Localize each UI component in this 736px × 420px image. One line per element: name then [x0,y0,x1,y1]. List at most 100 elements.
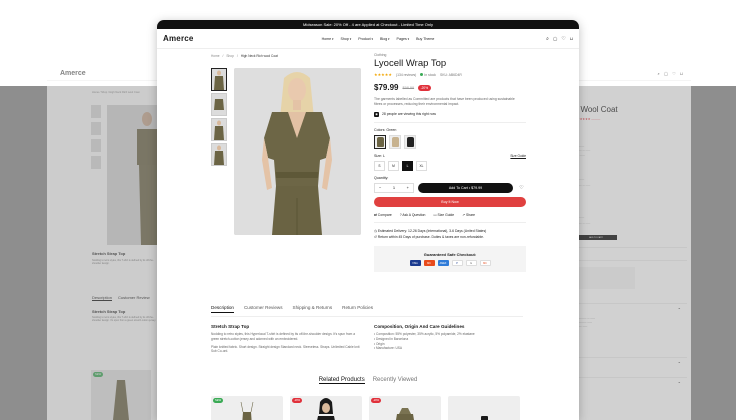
tab-recently-viewed[interactable]: Recently Viewed [373,377,418,384]
product-title: Lyocell Wrap Top [374,58,447,69]
tab-shipping-returns[interactable]: Shipping & Returns [293,305,333,313]
thumbnail-1[interactable] [211,68,227,91]
search-icon[interactable]: ⌕ [658,71,660,76]
size-m[interactable]: M [388,160,399,171]
thumbnail-3[interactable] [211,118,227,141]
rating-stars: ★★★★★ [374,72,392,77]
tab-related-products[interactable]: Related Products [318,377,365,384]
nav-pages[interactable]: Pages [397,37,410,41]
color-swatches [374,134,526,149]
chevron-down-icon[interactable]: ⌄ [678,305,681,310]
left-tabs: Description Customer Review [92,295,150,301]
heart-icon[interactable]: ♡ [561,36,565,42]
left-new-tag: NEW [93,372,104,377]
size-xl[interactable]: XL [416,160,427,171]
old-price: $98.99 [402,85,415,90]
viewers-notice: ◉ 28 people are viewing this right now [374,111,436,117]
size-options: S M L XL [374,160,526,171]
discount-badge: -20% [292,398,303,403]
main-product-image[interactable] [234,68,361,235]
swatch-beige[interactable] [389,134,401,149]
swatch-black[interactable] [404,134,416,149]
color-label: Colors: Green [374,127,397,132]
right-options: ——— —— — —— — —— [577,145,591,157]
left-main-image [107,105,160,245]
left-thumb[interactable] [91,139,101,152]
buy-now-button[interactable]: Buy It Now [374,196,526,207]
cart-icon[interactable]: ⊔ [570,36,573,41]
swatch-green[interactable] [374,134,386,149]
right-preview-window: ⌕ ◯ ♡ ⊔ di Wool Coat ★★★★★ ——— ——— —— — —— — … [575,67,691,420]
thumbnail-2[interactable] [211,93,227,116]
size-guide-action[interactable]: ▭ Size Guide [433,213,454,217]
nav-shop[interactable]: Shop [341,37,352,41]
breadcrumb-shop[interactable]: Shop [226,54,233,58]
size-guide-link[interactable]: Size Guide [510,154,526,158]
add-to-cart-button[interactable]: Add To Cart • $79.99 [418,182,513,193]
tab-description[interactable]: Description [211,305,234,313]
header-icons: ⌕ ◯ ♡ ⊔ [523,36,573,42]
ask-question-action[interactable]: ? Ask A Question [400,213,426,217]
right-add-to-cart[interactable]: ADD TO CART [575,235,617,240]
left-breadcrumb: Home / Shop / High Neck Rich wool Coat [92,91,140,94]
right-accordion-line [577,357,687,358]
search-icon[interactable]: ⌕ [546,36,549,42]
left-thumb[interactable] [91,122,101,135]
nav-buy-theme[interactable]: Buy Theme [416,37,434,41]
left-thumb[interactable] [91,156,101,169]
heart-icon[interactable]: ♡ [672,71,676,76]
price: $79.99 [374,83,399,92]
wishlist-heart-icon[interactable]: ♡ [517,183,526,193]
size-l[interactable]: L [402,160,413,171]
related-product-card[interactable]: -20% [369,396,441,420]
left-product-card[interactable]: NEW [91,370,151,420]
payment-icons: VISA MC AMEX P G MC [409,260,491,267]
tab-customer-reviews[interactable]: Customer Reviews [244,305,283,313]
share-action[interactable]: ↗ Share [462,213,475,217]
left-tab[interactable]: Customer Review [118,295,150,301]
user-icon[interactable]: ◯ [553,36,557,41]
site-header: Amerce Home Shop Product Blog Pages Buy … [157,29,579,49]
related-product-card[interactable] [448,396,520,420]
brand-logo[interactable]: Amerce [163,34,233,43]
left-description: Nodding to retro styles, this T-shirt is… [92,259,154,266]
quantity-value[interactable]: 1 [393,185,395,190]
reviews-count[interactable]: (134 reviews) [396,73,416,77]
right-product-title: di Wool Coat [575,105,618,114]
user-icon[interactable]: ◯ [664,71,668,76]
rating-row: ★★★★★ (134 reviews) In stock SKU: AB6D4R [374,72,526,77]
nav-home[interactable]: Home [322,37,334,41]
cart-icon[interactable]: ⊔ [680,71,683,76]
breadcrumb-home[interactable]: Home [211,54,220,58]
composition-item: • Manufacture: USA [374,346,403,351]
left-thumb[interactable] [91,105,101,118]
right-accordion-line [577,303,687,304]
plus-icon[interactable]: + [407,185,409,190]
amex-icon: AMEX [437,260,449,267]
sku: SKU: AB6D4R [439,72,462,77]
gpay-icon: G [465,260,477,267]
nav-product[interactable]: Product [358,37,373,41]
price-row: $79.99 $98.99 -20% [374,83,526,92]
description-body-2: Plain knitted fabric. Short design. Stra… [211,344,360,354]
related-product-card[interactable]: -20% [290,396,362,420]
related-product-card[interactable]: NEW [211,396,283,420]
compare-action[interactable]: ⇄ Compare [374,213,392,217]
minus-icon[interactable]: − [379,185,381,190]
paypal-icon: P [451,260,463,267]
nav-blog[interactable]: Blog [380,37,390,41]
safe-checkout-title: Guaranteed Safe Checkout: [423,252,477,258]
left-tab[interactable]: Description [92,295,113,301]
quantity-stepper[interactable]: − 1 + [374,182,414,193]
composition-section: Composition, Origin And Care Guidelines … [374,324,524,351]
size-s[interactable]: S [374,160,385,171]
thumbnail-4[interactable] [211,143,227,166]
right-accordion-line [577,377,687,378]
chevron-down-icon[interactable]: ⌄ [678,379,681,384]
left-product-title: Stretch Strap Top [92,251,126,256]
tab-return-policies[interactable]: Return Policies [342,305,373,313]
right-actions [577,247,687,261]
right-accordion-text: ———— — —— ———— —— —— —— [577,317,596,328]
description-title: Stretch Strap Top [211,324,250,329]
chevron-down-icon[interactable]: ⌄ [678,359,681,364]
